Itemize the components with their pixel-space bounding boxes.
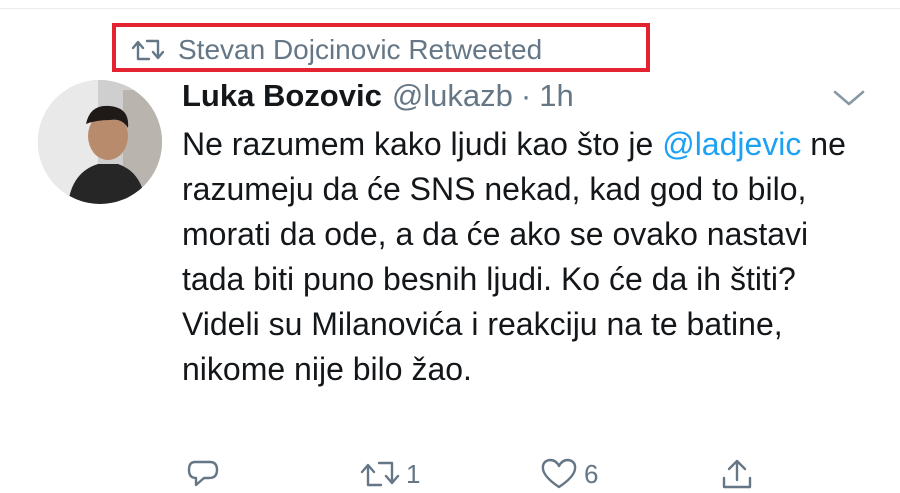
tweet-actions: 1 6 — [0, 452, 900, 493]
top-divider — [0, 8, 900, 9]
heart-icon — [540, 458, 578, 490]
share-button[interactable] — [720, 458, 754, 490]
chevron-down-icon[interactable] — [832, 88, 866, 113]
tweet-time[interactable]: 1h — [539, 78, 573, 114]
meta-separator: · — [520, 78, 532, 113]
reply-icon — [186, 458, 220, 490]
reply-button[interactable] — [186, 458, 226, 490]
avatar[interactable] — [38, 80, 162, 204]
tweet-header: Luka Bozovic @lukazb · 1h — [182, 78, 574, 120]
retweet-context[interactable]: Stevan Dojcinovic Retweeted — [132, 30, 542, 70]
mention-link[interactable]: @ladjevic — [662, 126, 801, 162]
tweet-text-part-2: ne razumeju da će SNS nekad, kad god to … — [182, 126, 846, 387]
author-name[interactable]: Luka Bozovic — [182, 78, 382, 114]
tweet-text-part-1: Ne razumem kako ljudi kao što je — [182, 126, 663, 162]
author-handle[interactable]: @lukazb — [392, 78, 513, 114]
retweet-label: Stevan Dojcinovic Retweeted — [178, 34, 543, 65]
retweet-icon — [132, 37, 164, 63]
share-icon — [720, 458, 754, 490]
retweet-action-icon — [360, 458, 400, 490]
tweet-text: Ne razumem kako ljudi kao što je @ladjev… — [182, 122, 872, 392]
like-button[interactable]: 6 — [540, 458, 598, 490]
retweet-button[interactable]: 1 — [360, 458, 420, 490]
like-count: 6 — [584, 458, 599, 489]
retweet-count: 1 — [406, 458, 421, 489]
